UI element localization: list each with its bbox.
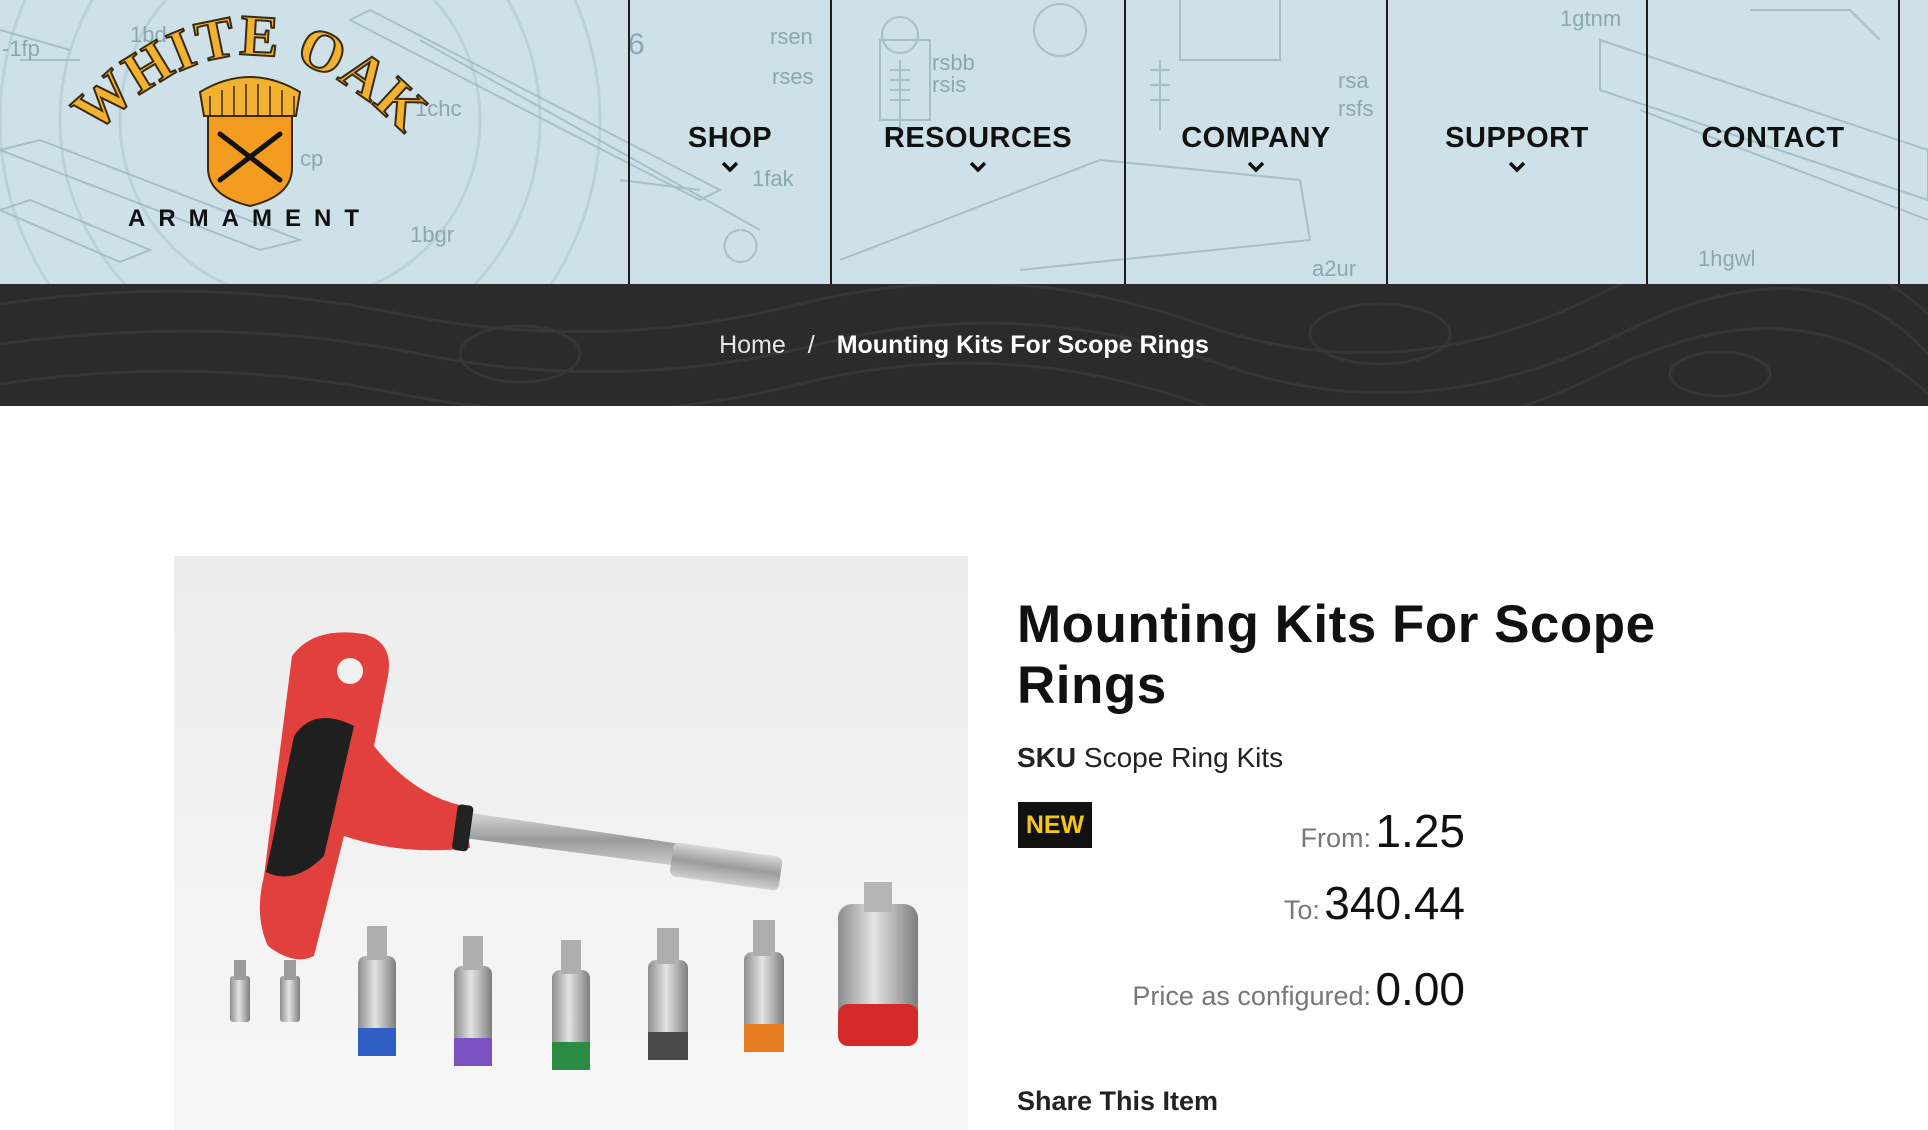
breadcrumb-home-link[interactable]: Home: [719, 331, 786, 360]
price-configured-value: 0.00: [1375, 963, 1465, 1015]
new-badge: NEW: [1018, 802, 1092, 848]
nav-item-shop[interactable]: SHOP: [628, 0, 830, 284]
price-from: From: 1.25: [1301, 804, 1465, 858]
product-image[interactable]: [174, 556, 968, 1130]
breadcrumb-current: Mounting Kits For Scope Rings: [836, 330, 1209, 359]
chevron-down-icon: [721, 161, 739, 172]
site-header: -1fp 1bd 1chc cp 1bgr rsen rses rsbb rsi…: [0, 0, 1928, 284]
brand-logo[interactable]: WHITE OAK ARMAMENT: [59, 0, 441, 260]
main-nav: SHOP RESOURCES COMPANY SUPPORT CONTACT: [628, 0, 1900, 284]
nav-item-contact[interactable]: CONTACT: [1646, 0, 1900, 284]
nav-item-support[interactable]: SUPPORT: [1386, 0, 1646, 284]
nav-label: CONTACT: [1701, 121, 1845, 154]
nav-label: RESOURCES: [883, 121, 1073, 154]
price-from-label: From:: [1300, 823, 1372, 853]
sku-value: Scope Ring Kits: [1083, 742, 1284, 773]
chevron-down-icon: [969, 161, 987, 172]
price-from-value: 1.25: [1375, 805, 1465, 857]
breadcrumb: Home / Mounting Kits For Scope Rings: [719, 331, 1209, 360]
brand-subtitle: ARMAMENT: [128, 205, 372, 232]
chevron-down-icon: [1508, 161, 1526, 172]
nav-label: SHOP: [687, 121, 773, 154]
nav-item-company[interactable]: COMPANY: [1124, 0, 1386, 284]
price-to-value: 340.44: [1324, 877, 1465, 929]
price-configured: Price as configured: 0.00: [1132, 962, 1465, 1016]
price-configured-label: Price as configured:: [1132, 981, 1372, 1011]
sku-label: SKU: [1017, 742, 1077, 773]
product-title: Mounting Kits For Scope Rings: [1017, 595, 1656, 715]
share-heading: Share This Item: [1017, 1086, 1219, 1116]
price-to: To: 340.44: [1284, 876, 1465, 930]
breadcrumb-bar: Home / Mounting Kits For Scope Rings: [0, 284, 1928, 406]
product-sku: SKU Scope Ring Kits: [1017, 742, 1283, 774]
diagram-label: -1fp: [2, 36, 40, 61]
price-to-label: To:: [1283, 895, 1320, 925]
breadcrumb-separator: /: [807, 330, 815, 359]
chevron-down-icon: [1247, 161, 1265, 172]
nav-item-resources[interactable]: RESOURCES: [830, 0, 1124, 284]
nav-label: COMPANY: [1181, 121, 1331, 154]
nav-label: SUPPORT: [1445, 121, 1589, 154]
product-photo-tool-kit: [230, 632, 918, 1070]
